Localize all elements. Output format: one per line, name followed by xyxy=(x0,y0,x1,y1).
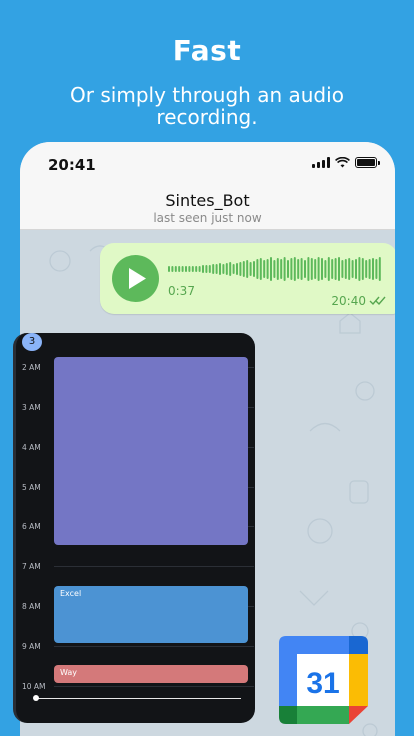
hour-grid-line xyxy=(54,686,254,687)
voice-message-bubble: 0:37 20:40 xyxy=(100,243,395,314)
hour-label: 7 AM xyxy=(22,562,41,571)
status-icons xyxy=(312,157,380,168)
google-calendar-icon: 31 xyxy=(279,636,368,724)
wifi-icon xyxy=(335,157,350,168)
calendar-date-badge[interactable]: 3 xyxy=(22,333,42,351)
calendar-day-view: 3 2 AM 3 AM 4 AM 5 AM 6 AM 7 AM 8 AM 9 A… xyxy=(13,333,255,723)
hour-grid-line xyxy=(54,646,254,647)
battery-icon xyxy=(355,157,380,168)
signal-icon xyxy=(312,157,330,168)
hero-title: Fast xyxy=(172,34,242,67)
message-timestamp: 20:40 xyxy=(331,294,387,308)
hour-label: 6 AM xyxy=(22,522,41,531)
calendar-event-way[interactable]: Way xyxy=(54,665,248,683)
message-time: 20:40 xyxy=(331,294,366,308)
current-time-dot xyxy=(33,695,39,701)
hour-label: 8 AM xyxy=(22,602,41,611)
voice-duration: 0:37 xyxy=(168,284,195,298)
hour-label: 5 AM xyxy=(22,483,41,492)
chat-header: 20:41 Sintes_Bot last seen just now xyxy=(20,142,395,230)
calendar-event-excel[interactable]: Excel xyxy=(54,586,248,643)
chat-last-seen: last seen just now xyxy=(153,211,262,225)
double-check-icon xyxy=(369,296,386,306)
calendar-event[interactable] xyxy=(54,357,248,545)
current-time-line xyxy=(36,698,241,699)
chat-title[interactable]: Sintes_Bot xyxy=(20,191,395,210)
hour-label: 3 AM xyxy=(22,403,41,412)
hero-subtitle: Or simply through an audio recording. xyxy=(70,83,344,129)
hour-label: 10 AM xyxy=(22,682,46,691)
calendar-day-number: 31 xyxy=(306,667,339,700)
hour-label: 4 AM xyxy=(22,443,41,452)
status-time: 20:41 xyxy=(48,156,96,174)
play-icon xyxy=(129,268,146,289)
play-button[interactable] xyxy=(112,255,159,302)
hour-label: 2 AM xyxy=(22,363,41,372)
hour-label: 9 AM xyxy=(22,642,41,651)
voice-waveform[interactable] xyxy=(168,257,383,281)
hour-grid-line xyxy=(54,566,254,567)
